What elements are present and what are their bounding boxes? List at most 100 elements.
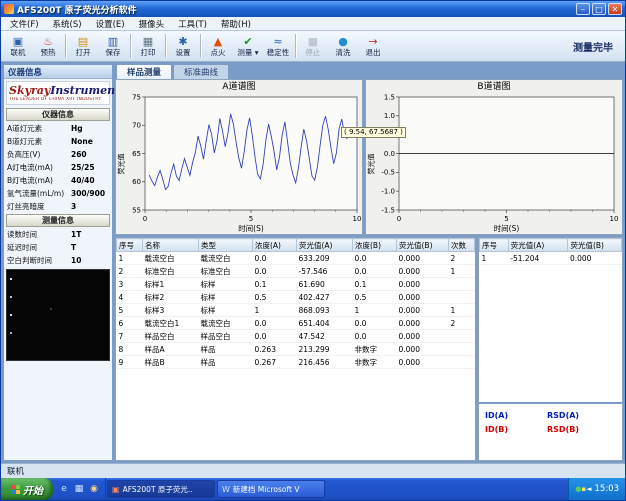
table-row[interactable]: 8样品A样品0.263213.299非数字0.000 <box>117 343 475 356</box>
chart-b-title: B道谱图 <box>366 80 622 93</box>
table-row[interactable]: 2标准空白标准空白0.0-57.5460.00.0001 <box>117 265 475 278</box>
save-button[interactable]: ▥保存 <box>98 32 128 61</box>
column-header[interactable]: 荧光值(B) <box>397 239 449 252</box>
info-row: 负高压(V)260 <box>4 148 112 161</box>
info-label: B灯电流(mA) <box>7 175 71 186</box>
tab-standard-curve[interactable]: 标准曲线 <box>173 64 229 79</box>
close-button[interactable]: ✕ <box>608 3 622 15</box>
minimize-button[interactable]: – <box>576 3 590 15</box>
svg-text:时间(S): 时间(S) <box>238 223 264 233</box>
info-row: 读数时间1T <box>4 228 112 241</box>
tab-sample-measurement[interactable]: 样品测量 <box>116 64 172 79</box>
column-header[interactable]: 序号 <box>117 239 143 252</box>
task-icon: ▣ <box>112 485 120 494</box>
svg-text:10: 10 <box>610 215 619 223</box>
toolbar-separator <box>165 34 166 58</box>
svg-text:时间(S): 时间(S) <box>494 223 520 233</box>
menubar: 文件(F)系统(S)设置(E)摄像头工具(T)帮助(H) <box>1 17 625 31</box>
menu-item-0[interactable]: 文件(F) <box>3 18 46 30</box>
menu-item-1[interactable]: 系统(S) <box>46 18 89 30</box>
rsd-a-label: RSD(A) <box>547 411 609 420</box>
column-header[interactable]: 次数 <box>449 239 475 252</box>
stop-icon: ■ <box>308 36 318 48</box>
media-player-icon[interactable]: ◉ <box>88 483 100 495</box>
open-button[interactable]: ▤打开 <box>68 32 98 61</box>
info-row: 灯丝亮暗度3 <box>4 200 112 213</box>
menu-item-5[interactable]: 帮助(H) <box>214 18 258 30</box>
table-row[interactable]: 4标样2标样0.5402.4270.50.000 <box>117 291 475 304</box>
taskbar-task-1[interactable]: W新建档 Microsoft V <box>217 480 325 498</box>
chart-a-panel: A道谱图 荧光值 55606570750510时间(S) <box>115 79 363 235</box>
info-value: 25/25 <box>71 163 95 172</box>
column-header[interactable]: 荧光值(B) <box>568 239 622 252</box>
menu-item-3[interactable]: 摄像头 <box>132 18 172 30</box>
tabstrip: 样品测量标准曲线 <box>115 64 623 79</box>
chart-b-panel: B道谱图 荧光值 -1.5-1.0-0.50.00.51.01.50510时间(… <box>365 79 623 235</box>
table-row[interactable]: 9样品B样品0.267216.456非数字0.000 <box>117 356 475 369</box>
info-label: B道灯元素 <box>7 136 71 147</box>
menu-item-4[interactable]: 工具(T) <box>171 18 214 30</box>
instrument-info-panel: 仪器信息 SkyrayInstrument THE LEADER OF CHIN… <box>3 64 113 461</box>
info-value: Hg <box>71 124 83 133</box>
maximize-button[interactable]: □ <box>592 3 606 15</box>
svg-text:5: 5 <box>504 215 508 223</box>
logo-tagline: THE LEADER OF CHINA XRF INDUSTRY <box>9 97 107 102</box>
ignite-button[interactable]: ▲点火 <box>203 32 233 61</box>
bottom-row: 序号名称类型浓度(A)荧光值(A)浓度(B)荧光值(B)次数1载流空白载流空白0… <box>115 237 623 461</box>
svg-text:75: 75 <box>132 93 141 101</box>
table-row[interactable]: 3标样1标样0.161.6900.10.000 <box>117 278 475 291</box>
tray-icons: ●▪◄ <box>575 484 591 494</box>
exit-button[interactable]: →退出 <box>358 32 388 61</box>
stats-row-a: ID(A) RSD(A) <box>485 408 616 422</box>
svg-text:-1.0: -1.0 <box>381 188 395 196</box>
column-header[interactable]: 类型 <box>199 239 253 252</box>
ie-icon[interactable]: e <box>58 483 70 495</box>
rsd-b-label: RSD(B) <box>547 425 609 434</box>
table-row[interactable]: 5标样3标样1868.09310.0001 <box>117 304 475 317</box>
sample-table-panel: 序号名称类型浓度(A)荧光值(A)浓度(B)荧光值(B)次数1载流空白载流空白0… <box>115 237 476 461</box>
id-a-label: ID(A) <box>485 411 547 420</box>
table-row[interactable]: 1-51.2040.000 <box>480 252 622 265</box>
clock: 15:03 <box>595 484 620 494</box>
chart-a-plot: 55606570750510时间(S) <box>127 93 362 234</box>
column-header[interactable]: 荧光值(A) <box>297 239 353 252</box>
column-header[interactable]: 名称 <box>143 239 199 252</box>
print-icon: ▦ <box>143 36 153 48</box>
system-tray: ●▪◄ 15:03 <box>568 478 625 500</box>
info-value: 260 <box>71 150 87 159</box>
connect-button[interactable]: ▣联机 <box>3 32 33 61</box>
info-row: A灯电流(mA)25/25 <box>4 161 112 174</box>
svg-text:1.5: 1.5 <box>384 93 395 101</box>
volume-icon[interactable]: ◄ <box>586 485 591 493</box>
stop-button[interactable]: ■停止 <box>298 32 328 61</box>
info-label: 延迟时间 <box>7 242 71 253</box>
toolbar-separator <box>295 34 296 58</box>
taskbar-task-0[interactable]: ▣AFS200T 原子荧光.. <box>107 480 215 498</box>
menu-item-2[interactable]: 设置(E) <box>89 18 132 30</box>
measure-button[interactable]: ✔测量 ▾ <box>233 32 263 61</box>
start-button[interactable]: 开始 <box>1 478 53 500</box>
column-header[interactable]: 序号 <box>480 239 509 252</box>
column-header[interactable]: 浓度(B) <box>353 239 397 252</box>
clean-button[interactable]: ●清洗 <box>328 32 358 61</box>
table-row[interactable]: 1载流空白载流空白0.0633.2090.00.0002 <box>117 252 475 265</box>
save-icon: ▥ <box>108 36 118 48</box>
settings-button[interactable]: ✱设置 <box>168 32 198 61</box>
toolbar-separator <box>130 34 131 58</box>
info-row: A道灯元素Hg <box>4 122 112 135</box>
charts-row: A道谱图 荧光值 55606570750510时间(S) B道谱图 荧光值 -1… <box>115 79 623 235</box>
taskbar: 开始 e▦◉ ▣AFS200T 原子荧光..W新建档 Microsoft V ●… <box>1 478 625 500</box>
info-value: None <box>71 137 93 146</box>
table-header-row: 序号荧光值(A)荧光值(B) <box>480 239 622 252</box>
print-button[interactable]: ▦打印 <box>133 32 163 61</box>
stats-row-b: ID(B) RSD(B) <box>485 422 616 436</box>
table-row[interactable]: 6载流空白1载流空白0.0651.4040.00.0002 <box>117 317 475 330</box>
table-row[interactable]: 7样品空白样品空白0.047.5420.00.000 <box>117 330 475 343</box>
stability-button[interactable]: ≈稳定性 <box>263 32 293 61</box>
window-title: AFS200T 原子荧光分析软件 <box>17 3 573 16</box>
column-header[interactable]: 荧光值(A) <box>508 239 568 252</box>
column-header[interactable]: 浓度(A) <box>253 239 297 252</box>
preheat-button[interactable]: ♨预热 <box>33 32 63 61</box>
skyray-logo: SkyrayInstrument THE LEADER OF CHINA XRF… <box>6 81 110 105</box>
show-desktop-icon[interactable]: ▦ <box>73 483 85 495</box>
